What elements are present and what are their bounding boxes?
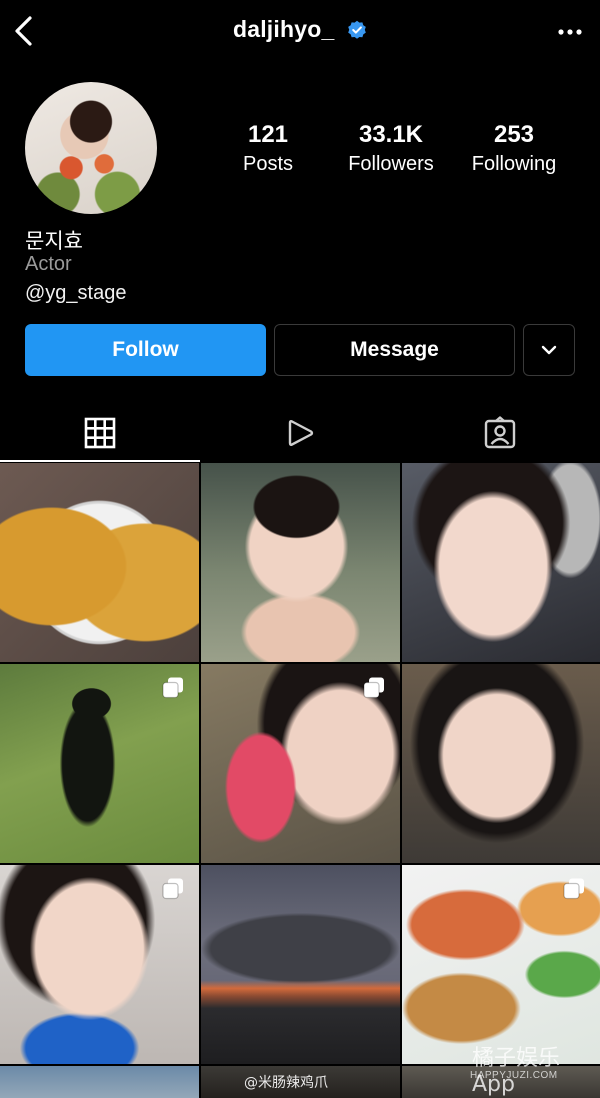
weibo-credit-watermark: @米肠辣鸡爪 <box>244 1075 328 1091</box>
post-thumbnail[interactable] <box>201 664 400 863</box>
followers-count: 33.1K <box>358 121 424 148</box>
following-label: Following <box>471 153 557 175</box>
carousel-icon <box>162 878 183 900</box>
chevron-down-icon <box>541 345 557 355</box>
post-thumbnail[interactable] <box>201 463 400 662</box>
grid-icon <box>84 417 116 449</box>
post-thumbnail[interactable] <box>402 664 600 863</box>
post-thumbnail[interactable] <box>402 463 600 662</box>
following-count: 253 <box>493 121 535 148</box>
profile-title: daljihyo_ <box>0 16 600 43</box>
post-thumbnail[interactable] <box>201 865 400 1064</box>
verified-badge-icon <box>348 20 366 39</box>
more-options-icon[interactable] <box>556 22 584 42</box>
posts-count: 121 <box>247 121 289 148</box>
tagged-person-icon <box>484 416 516 449</box>
tab-posts-grid[interactable] <box>0 404 200 462</box>
post-thumbnail[interactable] <box>0 664 199 863</box>
profile-avatar[interactable] <box>25 82 157 214</box>
message-button[interactable]: Message <box>274 324 515 376</box>
post-thumbnail[interactable] <box>0 865 199 1064</box>
suggested-accounts-button[interactable] <box>523 324 575 376</box>
followers-label: Followers <box>348 153 434 175</box>
bio-mention-link[interactable]: @yg_stage <box>25 282 126 305</box>
username-title: daljihyo_ <box>232 16 335 42</box>
post-thumbnail[interactable] <box>0 1066 199 1098</box>
profile-category: Actor <box>25 253 72 275</box>
followers-stat[interactable]: 33.1K Followers <box>331 120 451 178</box>
carousel-icon <box>563 878 584 900</box>
site-url-watermark: HAPPYJUZI.COM <box>470 1070 558 1081</box>
post-thumbnail[interactable] <box>0 463 199 662</box>
posts-label: Posts <box>242 153 294 175</box>
display-name: 문지효 <box>25 229 83 253</box>
tab-reels[interactable] <box>200 404 400 462</box>
carousel-icon <box>363 677 384 699</box>
carousel-icon <box>162 677 183 699</box>
top-bar: daljihyo_ <box>0 0 600 64</box>
posts-stat: 121 Posts <box>208 120 328 178</box>
tab-tagged[interactable] <box>400 404 600 462</box>
site-watermark: 橘子娱乐App <box>472 1046 561 1097</box>
follow-button[interactable]: Follow <box>25 324 266 376</box>
post-thumbnail[interactable] <box>402 865 600 1064</box>
profile-tabs <box>0 404 600 462</box>
following-stat[interactable]: 253 Following <box>454 120 574 178</box>
reels-play-icon <box>288 420 314 446</box>
